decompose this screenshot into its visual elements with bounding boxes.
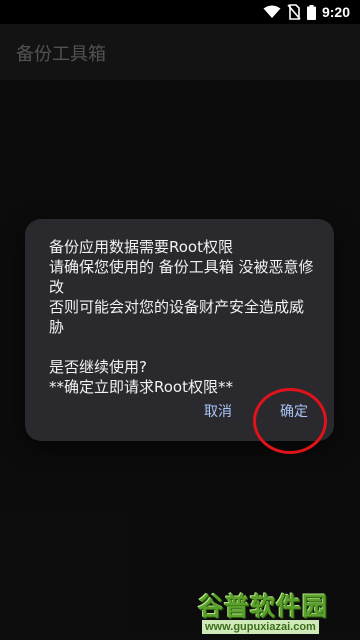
- dialog-message: 备份应用数据需要Root权限 请确保您使用的 备份工具箱 没被恶意修改 否则可能…: [49, 237, 317, 397]
- root-permission-dialog: 备份应用数据需要Root权限 请确保您使用的 备份工具箱 没被恶意修改 否则可能…: [25, 219, 334, 441]
- message-line: 否则可能会对您的设备财产安全造成威胁: [49, 298, 305, 336]
- dialog-actions: 取消 确定: [194, 393, 318, 429]
- status-time: 9:20: [321, 4, 350, 20]
- no-sim-icon: [287, 4, 301, 20]
- status-icons: 9:20: [263, 3, 350, 21]
- cancel-button[interactable]: 取消: [194, 393, 242, 429]
- message-line: 是否继续使用?: [49, 358, 147, 376]
- message-line: 请确保您使用的 备份工具箱 没被恶意修改: [49, 258, 314, 296]
- status-bar: 9:20: [0, 0, 360, 24]
- watermark-url: www.gupuxiazai.com: [202, 620, 319, 634]
- battery-icon: [306, 4, 316, 20]
- watermark-brand: 谷普软件园: [198, 592, 329, 621]
- wifi-icon: [263, 5, 281, 18]
- message-line: 备份应用数据需要Root权限: [49, 238, 233, 256]
- message-spacer: [49, 337, 317, 357]
- watermark: 谷普软件园 www.gupuxiazai.com: [198, 587, 356, 637]
- confirm-button[interactable]: 确定: [270, 393, 318, 429]
